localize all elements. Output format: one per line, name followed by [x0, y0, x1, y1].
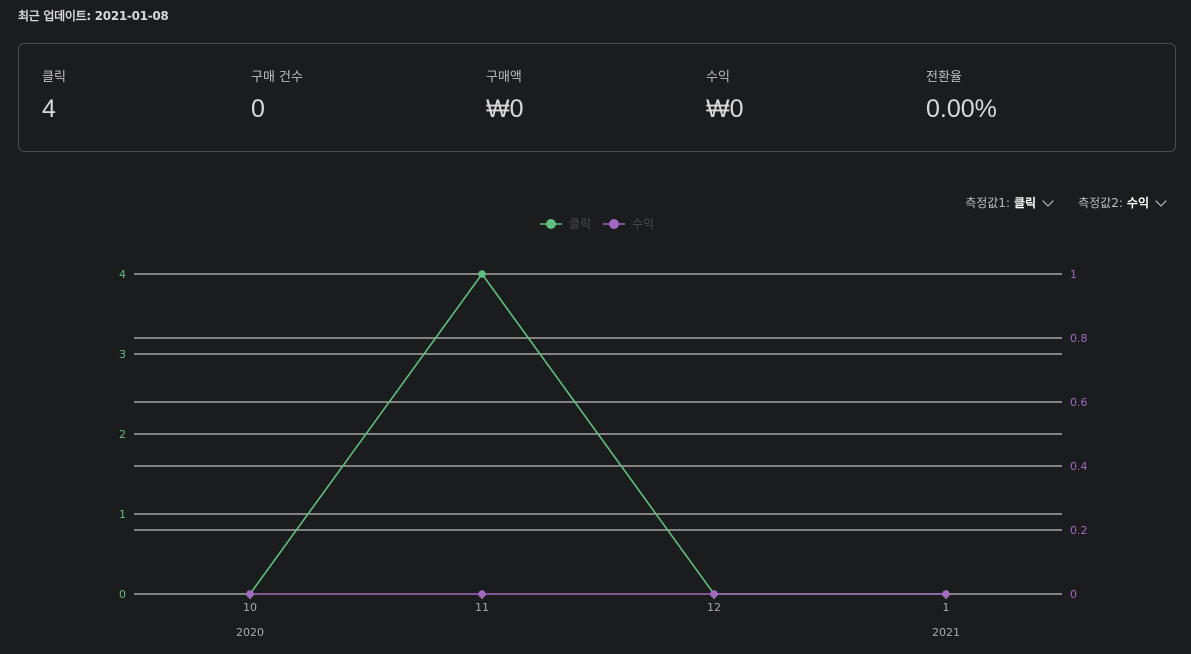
x-tick-label: 10: [243, 601, 257, 614]
y-right-tick-label: 0.2: [1070, 524, 1088, 537]
y-left-tick-label: 1: [119, 508, 126, 521]
y-right-tick-label: 0.4: [1070, 460, 1088, 473]
x-year-label: 2020: [236, 626, 264, 639]
legend-label: 클릭: [569, 217, 591, 231]
data-point: [246, 590, 254, 598]
y-right-tick-label: 0.6: [1070, 396, 1088, 409]
x-tick-label: 11: [475, 601, 489, 614]
y-right-tick-label: 1: [1070, 268, 1077, 281]
y-left-tick-label: 0: [119, 588, 126, 601]
y-left-tick-label: 2: [119, 428, 126, 441]
legend-label: 수익: [632, 217, 654, 231]
line-chart: 0123400.20.40.60.8110 11 12 12020 2021클릭 수익: [119, 217, 1088, 639]
data-point: [942, 590, 950, 598]
y-right-tick-label: 0.8: [1070, 332, 1088, 345]
data-point: [710, 590, 718, 598]
x-tick-label: 1: [943, 601, 950, 614]
data-point: [478, 270, 486, 278]
y-left-tick-label: 3: [119, 348, 126, 361]
x-tick-label: 12: [707, 601, 721, 614]
legend-swatch-marker: [609, 219, 619, 229]
y-left-tick-label: 4: [119, 268, 126, 281]
data-point: [478, 590, 486, 598]
x-year-label: 2021: [932, 626, 960, 639]
y-right-tick-label: 0: [1070, 588, 1077, 601]
legend-swatch-marker: [546, 219, 556, 229]
